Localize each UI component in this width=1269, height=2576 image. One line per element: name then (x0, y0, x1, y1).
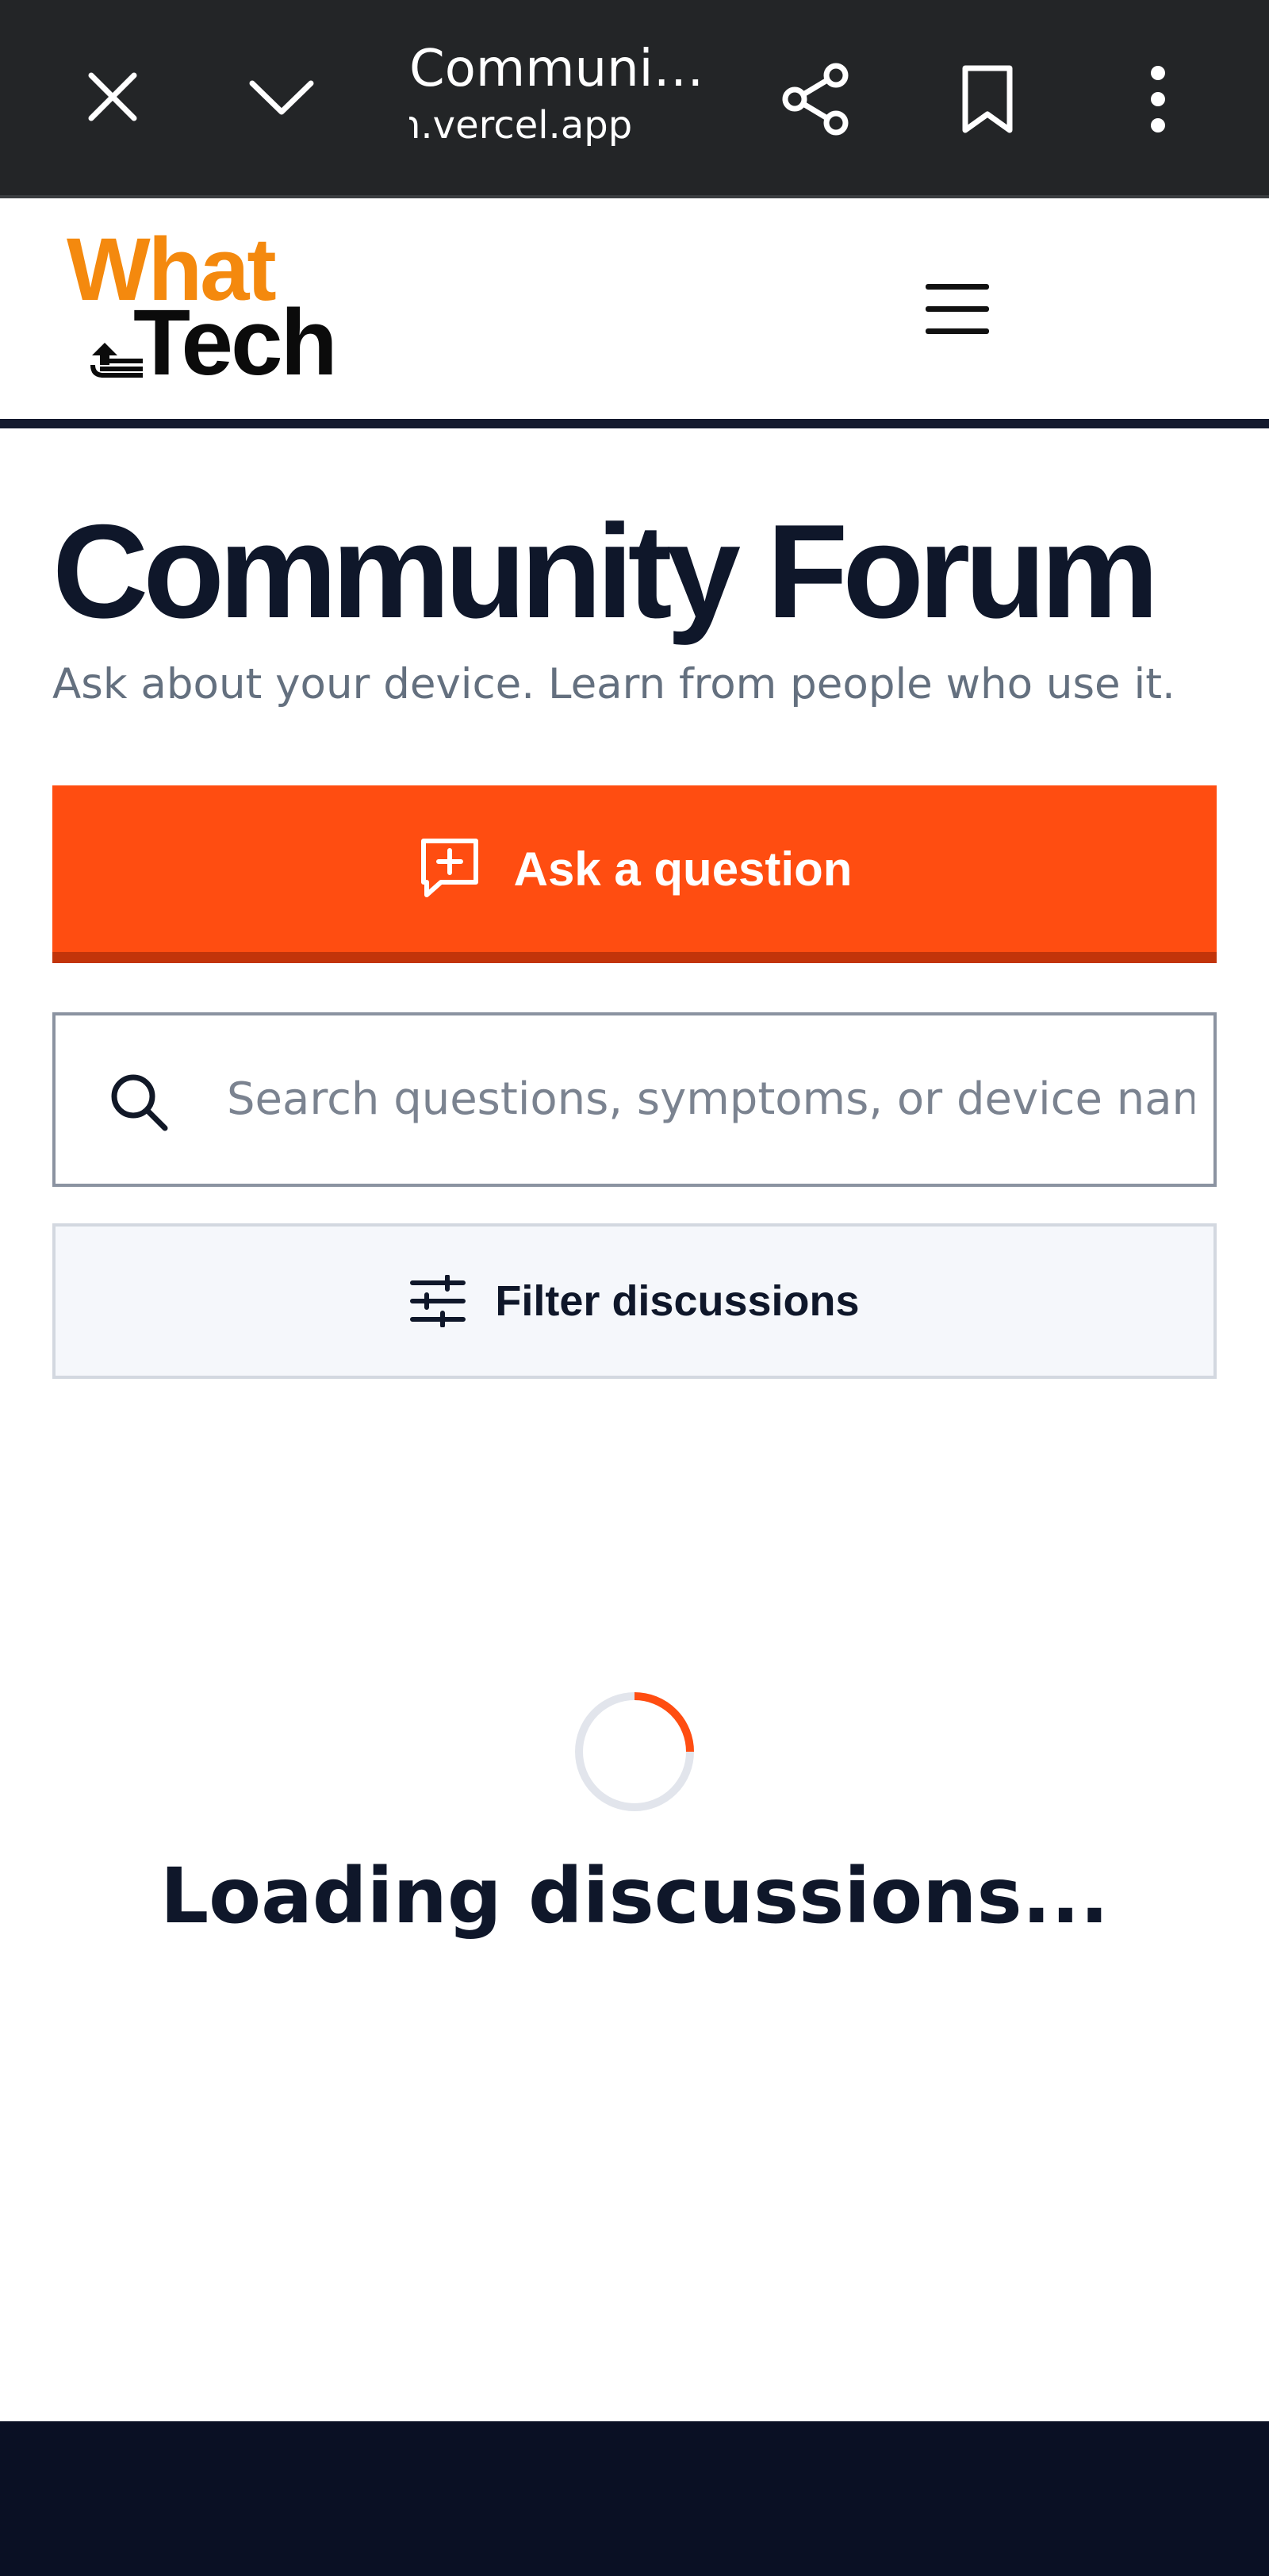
tab-title: Communi… (409, 40, 704, 98)
share-button[interactable] (773, 56, 861, 143)
search-box (52, 1012, 1217, 1187)
menu-button[interactable] (914, 270, 1001, 349)
site-header: What Tech (0, 198, 1269, 428)
close-tab-button[interactable] (73, 57, 152, 136)
search-icon (111, 1074, 168, 1131)
share-icon (782, 63, 849, 136)
site-footer (0, 2421, 1269, 2576)
bookmark-button[interactable] (944, 56, 1031, 143)
loading-state: Loading discussions... (0, 1690, 1269, 1975)
loading-text: Loading discussions... (159, 1852, 1110, 1941)
chevron-down-icon (249, 80, 314, 115)
site-logo[interactable]: What Tech (63, 222, 349, 395)
logo-text-tech: Tech (133, 290, 338, 395)
more-options-button[interactable] (1114, 56, 1202, 143)
loading-spinner-icon (575, 1692, 694, 1811)
page-subtitle: Ask about your device. Learn from people… (52, 660, 1175, 708)
tab-title-block[interactable]: Communi… n.vercel.app (409, 35, 727, 149)
sliders-icon (410, 1275, 466, 1327)
minimize-button[interactable] (238, 57, 325, 136)
browser-toolbar: Communi… n.vercel.app (0, 0, 1269, 198)
ask-question-button[interactable]: Ask a question (52, 785, 1217, 963)
url-text: n.vercel.app (409, 103, 633, 148)
menu-icon (926, 284, 989, 334)
page-title: Community Forum (52, 497, 1159, 646)
filter-discussions-label: Filter discussions (495, 1277, 860, 1325)
bookmark-icon (962, 65, 1013, 133)
more-vert-icon (1151, 66, 1165, 132)
url-container: n.vercel.app (409, 102, 727, 149)
ask-question-label: Ask a question (513, 842, 853, 896)
filter-discussions-button[interactable]: Filter discussions (52, 1223, 1217, 1379)
close-icon (88, 72, 137, 121)
search-input[interactable] (227, 1039, 1194, 1158)
message-plus-icon (420, 839, 478, 897)
